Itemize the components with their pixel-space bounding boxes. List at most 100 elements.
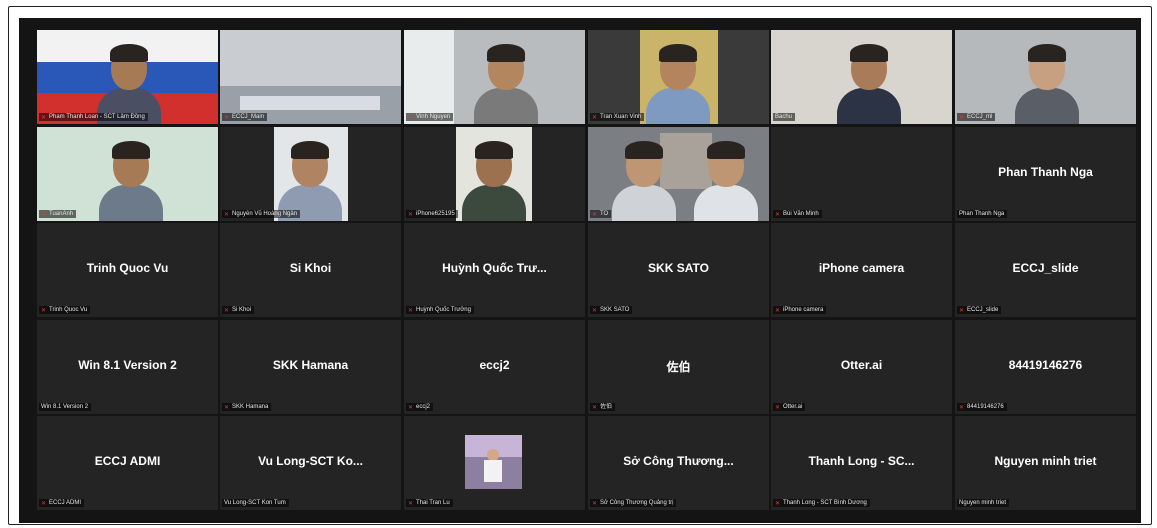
profile-picture [465, 435, 522, 489]
participant-tile[interactable]: SKK SATO ✕ SKK SATO [588, 223, 769, 317]
participant-tile[interactable]: Nguyen minh triet Nguyen minh triet [955, 416, 1136, 510]
participant-name-label: Sở Công Thương Quảng trị [600, 500, 674, 506]
participant-tile[interactable]: ✕ Thai Tran Lu [404, 416, 585, 510]
participant-name-tag: ✕ Si Khoi [222, 306, 255, 314]
participant-name-label: Thai Tran Lu [416, 500, 450, 506]
participant-display-name: eccj2 [479, 358, 510, 372]
participant-display-name: ECCJ ADMI [94, 454, 161, 468]
participant-name-label: Huỳnh Quốc Trưởng [416, 307, 471, 313]
participant-name-label: ECCJ_slide [967, 307, 999, 313]
participant-name-tag: ✕ Vinh Nguyen [406, 113, 454, 121]
mic-muted-icon: ✕ [41, 501, 47, 507]
mic-muted-icon: ✕ [41, 212, 47, 218]
video-feed [404, 30, 585, 124]
video-feed [220, 30, 401, 124]
participant-name-label: TO [600, 211, 609, 217]
participant-tile[interactable]: ✕ TO [588, 127, 769, 221]
participant-name-tag: ✕ iPhone625195 [406, 210, 458, 218]
participant-tile[interactable]: Huỳnh Quốc Trư... ✕ Huỳnh Quốc Trưởng [404, 223, 585, 317]
participant-tile[interactable]: ✕ iPhone625195 [404, 127, 585, 221]
mic-muted-icon: ✕ [592, 501, 598, 507]
participant-name-tag: ✕ Otter.ai [773, 403, 806, 411]
mic-muted-icon: ✕ [408, 212, 414, 218]
mic-muted-icon: ✕ [408, 405, 414, 411]
participant-display-name: Si Khoi [289, 261, 332, 275]
participant-name-label: Si Khoi [232, 307, 252, 313]
person-silhouette [646, 44, 710, 124]
mic-muted-icon: ✕ [41, 308, 47, 314]
participant-tile[interactable]: Trinh Quoc Vu ✕ Trinh Quoc Vu [37, 223, 218, 317]
participant-name-label: Pham Thanh Loan - SCT Lâm Đồng [49, 114, 145, 120]
participant-name-tag: ✕ Thanh Long - SCT Bình Dương [773, 499, 870, 507]
mic-muted-icon: ✕ [408, 308, 414, 314]
participant-name-tag: ✕ SKK SATO [590, 306, 633, 314]
participant-name-label: ECCJ_Main [232, 114, 265, 120]
participant-name-tag: ✕ 佐伯 [590, 403, 616, 411]
participant-name-tag: ✕ Sở Công Thương Quảng trị [590, 499, 677, 507]
participant-name-label: 84419146276 [967, 404, 1004, 410]
participant-tile[interactable]: Win 8.1 Version 2 Win 8.1 Version 2 [37, 320, 218, 414]
participant-tile[interactable]: Phan Thanh Nga Phan Thanh Nga [955, 127, 1136, 221]
participant-tile[interactable]: ✕ Bùi Văn Minh [771, 127, 952, 221]
person-silhouette [1015, 44, 1079, 124]
participant-name-label: Win 8.1 Version 2 [41, 404, 89, 410]
participant-display-name: 佐伯 [666, 360, 691, 374]
participant-tile[interactable]: ✕ TuanAnh [37, 127, 218, 221]
participant-name-label: Vinh Nguyen [416, 114, 451, 120]
participant-display-name: SKK Hamana [272, 358, 349, 372]
participant-tile[interactable]: eccj2 ✕ eccj2 [404, 320, 585, 414]
mic-muted-icon: ✕ [775, 212, 781, 218]
mic-muted-icon: ✕ [775, 405, 781, 411]
mic-muted-icon: ✕ [592, 115, 598, 121]
video-feed [955, 30, 1136, 124]
participant-tile[interactable]: ✕ Vinh Nguyen [404, 30, 585, 124]
participant-tile[interactable]: 84419146276 ✕ 84419146276 [955, 320, 1136, 414]
participant-name-label: Thanh Long - SCT Bình Dương [783, 500, 867, 506]
video-feed [37, 30, 218, 124]
participant-tile[interactable]: Bachu [771, 30, 952, 124]
participant-name-label: SKK SATO [600, 307, 630, 313]
video-feed [588, 127, 769, 221]
participant-tile[interactable]: ✕ Tran Xuan Vinh [588, 30, 769, 124]
person-silhouette [474, 44, 538, 124]
participant-name-tag: Nguyen minh triet [957, 499, 1010, 507]
mic-muted-icon: ✕ [224, 405, 230, 411]
participant-tile[interactable]: iPhone camera ✕ iPhone camera [771, 223, 952, 317]
participant-display-name: Thanh Long - SC... [808, 454, 915, 468]
participant-name-label: TuanAnh [49, 211, 74, 217]
participant-tile[interactable]: Otter.ai ✕ Otter.ai [771, 320, 952, 414]
participant-name-tag: ✕ SKK Hamana [222, 403, 272, 411]
participant-name-label: iPhone camera [783, 307, 824, 313]
participant-tile[interactable]: ✕ ECCJ_Main [220, 30, 401, 124]
video-feed [771, 30, 952, 124]
participant-name-label: Bachu [775, 114, 793, 120]
participant-name-label: Nguyen minh triet [959, 500, 1007, 506]
video-feed [588, 30, 769, 124]
participant-tile[interactable]: ECCJ_slide ✕ ECCJ_slide [955, 223, 1136, 317]
participant-tile[interactable]: Sở Công Thương... ✕ Sở Công Thương Quảng t… [588, 416, 769, 510]
mic-muted-icon: ✕ [41, 115, 47, 121]
participant-name-tag: ✕ Tran Xuan Vinh [590, 113, 645, 121]
mic-muted-icon: ✕ [224, 115, 230, 121]
participant-name-tag: ✕ ECCJ ADMI [39, 499, 85, 507]
participant-tile[interactable]: Si Khoi ✕ Si Khoi [220, 223, 401, 317]
participant-tile[interactable]: ✕ Nguyễn Vũ Hoàng Ngân [220, 127, 401, 221]
participant-name-tag: ✕ Nguyễn Vũ Hoàng Ngân [222, 210, 301, 218]
participant-tile[interactable]: ✕ ECCJ_ml [955, 30, 1136, 124]
participant-tile[interactable]: 佐伯 ✕ 佐伯 [588, 320, 769, 414]
person-silhouette [612, 141, 676, 221]
participant-display-name: Phan Thanh Nga [998, 165, 1093, 179]
participant-tile[interactable]: Vu Long-SCT Ko... Vu Long-SCT Kon Tum [220, 416, 401, 510]
participant-display-name: Win 8.1 Version 2 [78, 358, 177, 372]
mic-muted-icon: ✕ [592, 308, 598, 314]
participant-display-name: Nguyen minh triet [994, 454, 1097, 468]
participant-tile[interactable]: ✕ Pham Thanh Loan - SCT Lâm Đồng [37, 30, 218, 124]
participant-name-tag: Phan Thanh Nga [957, 210, 1008, 218]
participant-tile[interactable]: ECCJ ADMI ✕ ECCJ ADMI [37, 416, 218, 510]
participant-name-tag: ✕ Pham Thanh Loan - SCT Lâm Đồng [39, 113, 148, 121]
mic-muted-icon: ✕ [775, 501, 781, 507]
participant-tile[interactable]: Thanh Long - SC... ✕ Thanh Long - SCT Bình… [771, 416, 952, 510]
participant-name-tag: ✕ ECCJ_slide [957, 306, 1002, 314]
participant-tile[interactable]: SKK Hamana ✕ SKK Hamana [220, 320, 401, 414]
participant-name-label: iPhone625195 [416, 211, 455, 217]
